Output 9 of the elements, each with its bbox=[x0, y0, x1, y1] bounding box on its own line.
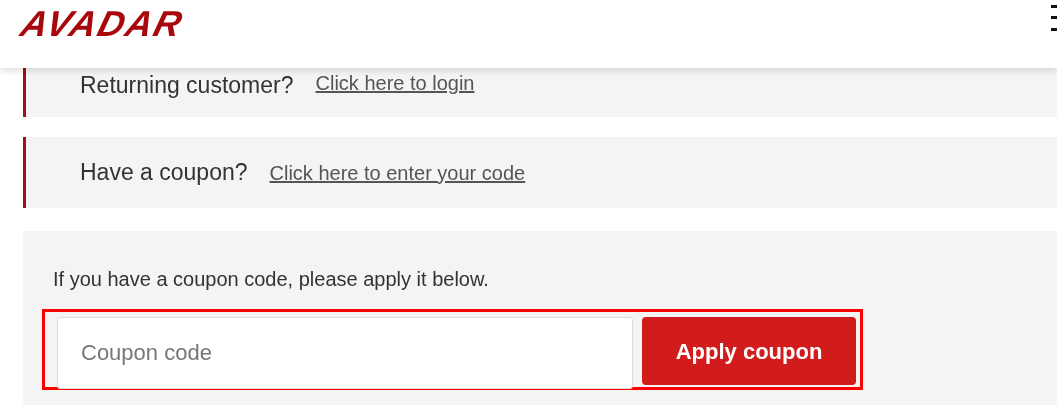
apply-coupon-button[interactable]: Apply coupon bbox=[642, 317, 856, 385]
coupon-code-field[interactable]: Coupon code bbox=[57, 317, 633, 389]
notice-text: Returning customer? bbox=[80, 71, 294, 100]
notice-link[interactable]: Click here to login bbox=[315, 68, 475, 98]
menu-icon[interactable] bbox=[1051, 3, 1057, 33]
notice-text: Have a coupon? bbox=[80, 158, 248, 188]
logo[interactable]: AVADAR bbox=[16, 4, 189, 44]
notice-link[interactable]: Click here to enter your code bbox=[269, 157, 526, 188]
coupon-instruction: If you have a coupon code, please apply it below. bbox=[53, 267, 490, 292]
